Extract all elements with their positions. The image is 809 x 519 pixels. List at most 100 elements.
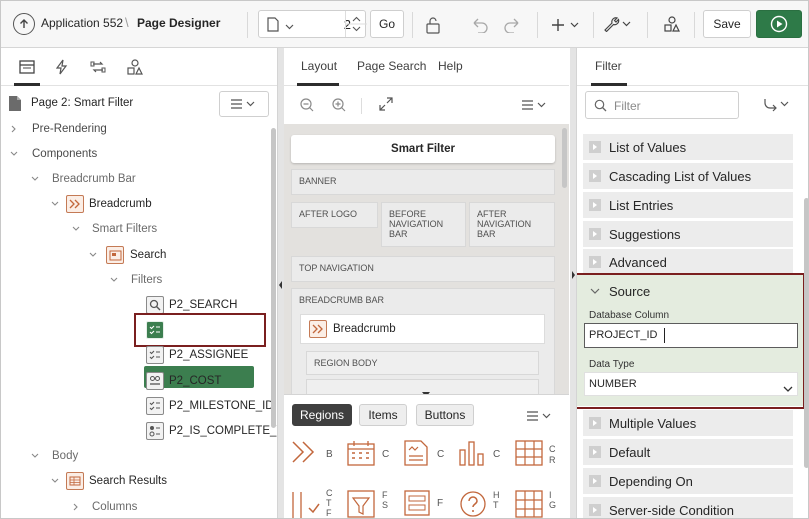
help-text-gallery-icon[interactable]	[459, 490, 487, 518]
section-depending-on[interactable]: Depending On	[583, 468, 793, 494]
section-multiple-values[interactable]: Multiple Values	[583, 410, 793, 436]
tree-label: Breadcrumb	[89, 198, 152, 210]
chevron-right-icon	[73, 503, 78, 511]
slot-banner[interactable]: BANNER	[291, 169, 555, 195]
tree-label: P2_ASSIGNEE	[169, 349, 249, 361]
faceted-search-gallery-icon[interactable]	[347, 490, 375, 518]
section-label: List of Values	[609, 139, 687, 155]
tab-page-search[interactable]: Page Search	[357, 59, 426, 73]
breadcrumb-region-gallery-icon[interactable]	[291, 440, 321, 464]
tree-node-search[interactable]: Search	[89, 244, 166, 266]
section-server-side-condition[interactable]: Server-side Condition	[583, 497, 793, 518]
slot-after-logo[interactable]: AFTER LOGO	[291, 202, 378, 228]
section-label: List Entries	[609, 197, 674, 213]
tab-help[interactable]: Help	[438, 59, 463, 73]
run-page-button[interactable]	[756, 10, 802, 38]
region-label: Breadcrumb	[333, 323, 396, 335]
tree-label: P2_IS_COMPLETE_Y	[169, 425, 278, 437]
classic-report-gallery-icon[interactable]	[515, 440, 543, 466]
shared-components-icon[interactable]	[661, 13, 683, 35]
gallery-menu-icon[interactable]	[527, 411, 553, 421]
mid-tabs: Layout Page Search Help	[284, 48, 569, 86]
go-to-group-icon[interactable]	[763, 98, 791, 112]
tree-node-columns[interactable]: Columns	[72, 496, 137, 518]
zoom-out-icon[interactable]	[299, 97, 315, 113]
property-scrollbar[interactable]	[804, 198, 808, 468]
tree-node-breadcrumb[interactable]: Breadcrumb	[51, 193, 152, 215]
chevron-right-icon	[589, 199, 601, 211]
section-label: Server-side Condition	[609, 502, 735, 518]
page-name-header[interactable]: Smart Filter	[291, 135, 555, 163]
section-list-of-values[interactable]: List of Values	[583, 134, 793, 160]
form-gallery-icon[interactable]	[404, 490, 430, 516]
chevron-right-icon	[589, 256, 601, 268]
shared-components-tab-icon[interactable]	[127, 59, 143, 75]
undo-icon[interactable]	[469, 14, 491, 36]
section-label: Multiple Values	[609, 415, 697, 431]
gallery-tab-items[interactable]: Items	[359, 404, 407, 426]
tree-node-breadcrumb-bar[interactable]: Breadcrumb Bar	[31, 168, 136, 190]
save-button[interactable]: Save	[703, 10, 751, 38]
page-stepper[interactable]	[345, 11, 367, 37]
cards-gallery-icon[interactable]	[404, 440, 428, 466]
processing-tab-icon[interactable]	[90, 59, 106, 75]
chevron-down-icon	[10, 151, 18, 156]
redo-icon[interactable]	[501, 14, 523, 36]
tab-filter[interactable]: Filter	[595, 59, 622, 73]
tree-node-body[interactable]: Body	[31, 445, 78, 467]
gallery-tab-buttons[interactable]: Buttons	[416, 404, 474, 426]
section-cascading-lov[interactable]: Cascading List of Values	[583, 163, 793, 189]
tree-node-filters[interactable]: Filters	[110, 269, 162, 291]
slot-after-navigation-bar[interactable]: AFTER NAVIGATION BAR	[469, 202, 555, 247]
tab-layout[interactable]: Layout	[301, 59, 337, 73]
gallery-label: H T	[493, 490, 500, 510]
app-name-link[interactable]: Application 552	[41, 16, 123, 30]
search-icon	[594, 99, 607, 115]
section-default[interactable]: Default	[583, 439, 793, 465]
slot-region-body[interactable]: REGION BODY	[306, 351, 539, 375]
left-scrollbar[interactable]	[271, 128, 276, 428]
interactive-grid-gallery-icon[interactable]	[515, 490, 543, 518]
tree-item-p2-cost[interactable]: P2_COST	[146, 370, 221, 392]
tree-menu-button[interactable]	[219, 91, 269, 117]
tree-item-p2-assignee[interactable]: P2_ASSIGNEE	[146, 344, 248, 366]
zoom-in-icon[interactable]	[331, 97, 347, 113]
content-row-gallery-icon[interactable]	[291, 490, 321, 518]
lock-icon[interactable]	[422, 14, 444, 36]
slot-top-navigation[interactable]: TOP NAVIGATION	[291, 256, 555, 282]
tree-label: Filters	[131, 274, 163, 286]
slot-before-navigation-bar[interactable]: BEFORE NAVIGATION BAR	[381, 202, 466, 247]
tree-node-search-results[interactable]: Search Results	[51, 470, 167, 492]
play-icon	[770, 15, 788, 33]
app-home-icon[interactable]	[13, 13, 35, 35]
tree-item-p2-is-complete[interactable]: P2_IS_COMPLETE_Y	[146, 420, 278, 442]
gallery-label: I G	[549, 490, 557, 510]
tree-item-p2-milestone-id[interactable]: P2_MILESTONE_ID	[146, 395, 274, 417]
tree-node-components[interactable]: Components	[10, 143, 97, 165]
rendering-tab-icon[interactable]	[19, 60, 35, 74]
section-label: Suggestions	[609, 226, 681, 242]
canvas-scrollbar[interactable]	[562, 128, 567, 188]
breadcrumb-region[interactable]: Breadcrumb	[300, 314, 545, 344]
filter-input[interactable]: Filter	[585, 91, 739, 119]
page-selector[interactable]: 2	[258, 10, 367, 38]
section-suggestions[interactable]: Suggestions	[583, 221, 793, 247]
tree-node-pre-rendering[interactable]: Pre-Rendering	[10, 118, 107, 140]
gallery-tab-regions[interactable]: Regions	[292, 404, 352, 426]
create-menu-icon[interactable]	[550, 14, 584, 36]
tree-node-smart-filters[interactable]: Smart Filters	[72, 218, 157, 240]
chart-gallery-icon[interactable]	[459, 440, 485, 466]
section-list-entries[interactable]: List Entries	[583, 192, 793, 218]
wrench-menu-icon[interactable]	[601, 13, 635, 35]
expand-icon[interactable]	[379, 97, 393, 111]
checklist-icon	[146, 346, 164, 364]
go-button[interactable]: Go	[370, 10, 404, 38]
gallery-label: C	[493, 449, 501, 460]
breadcrumb-region-icon	[309, 320, 327, 338]
calendar-gallery-icon[interactable]	[347, 440, 375, 466]
dynamic-actions-tab-icon[interactable]	[56, 59, 68, 75]
slot-label: BREADCRUMB BAR	[299, 295, 385, 305]
section-advanced[interactable]: Advanced	[583, 249, 793, 275]
chevron-down-icon	[31, 176, 39, 181]
layout-menu-icon[interactable]	[522, 100, 548, 110]
